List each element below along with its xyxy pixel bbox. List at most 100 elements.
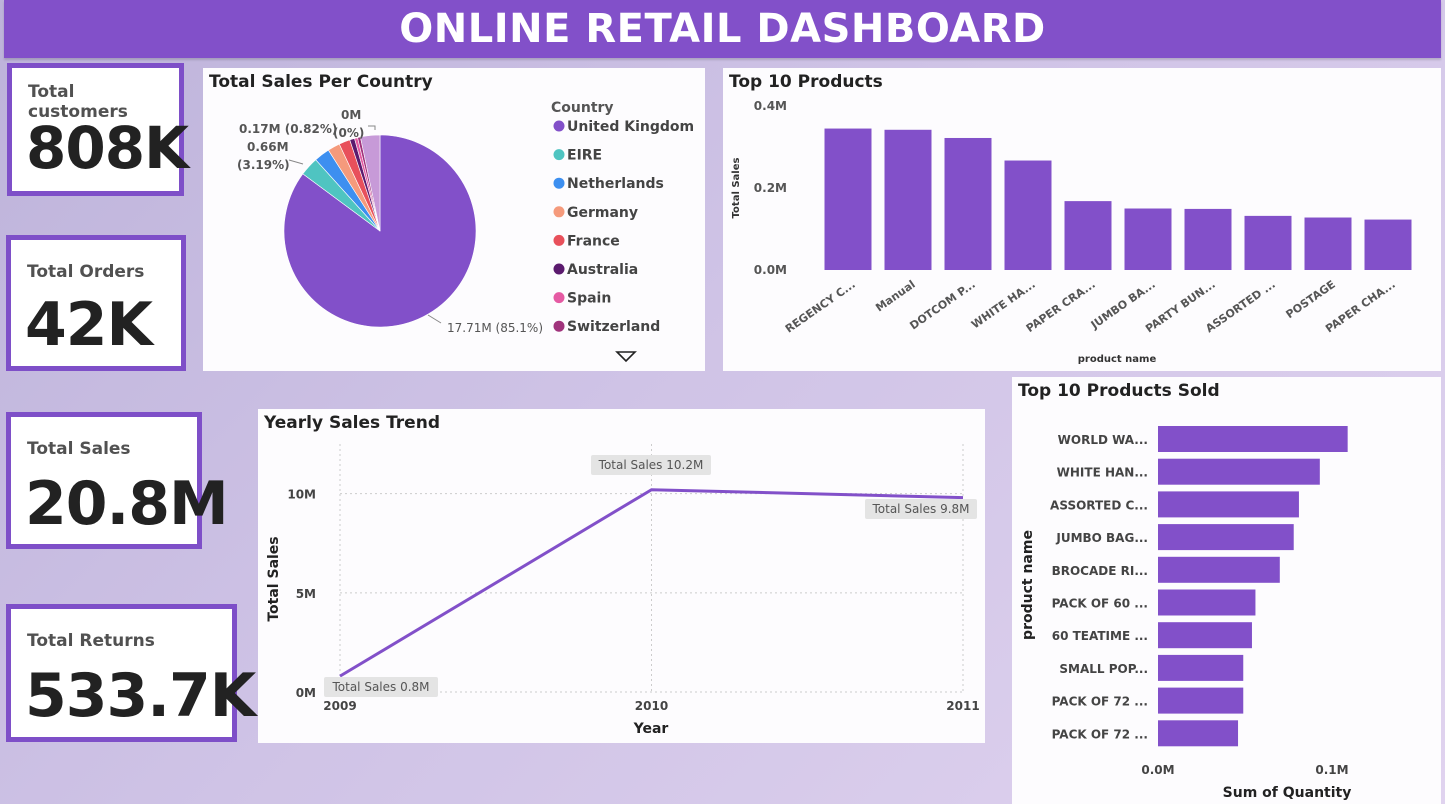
legend-item: Switzerland xyxy=(567,319,660,335)
bar xyxy=(1304,217,1352,270)
data-label: 0M xyxy=(341,108,361,122)
bar xyxy=(1158,491,1299,518)
kpi-card-customers: Total customers 808K xyxy=(7,63,189,196)
legend-item: Germany xyxy=(567,205,638,221)
yearly-trend-panel: Yearly Sales Trend 0M 5M 10M 2009 2010 2011 To… xyxy=(258,409,985,743)
legend-item: France xyxy=(567,233,620,249)
dashboard-title: ONLINE RETAIL DASHBOARD xyxy=(4,0,1441,58)
bar xyxy=(1184,208,1232,270)
x-tick-label: 0.1M xyxy=(1315,763,1348,777)
bar xyxy=(1364,219,1412,270)
data-label: 0.66M xyxy=(247,140,289,154)
y-tick-label: ASSORTED C... xyxy=(1050,498,1148,512)
bar xyxy=(1158,654,1244,681)
y-axis-label: Total Sales xyxy=(731,158,742,219)
legend-marker xyxy=(553,263,565,275)
y-tick-label: PACK OF 72 ... xyxy=(1052,695,1148,709)
pie-chart: 17.71M (85.1%) 0.66M (3.19%) 0.17M (0.82%) 0… xyxy=(237,100,694,363)
bar xyxy=(1158,589,1256,616)
y-tick-label: WORLD WA... xyxy=(1058,433,1148,447)
top-products-sold-panel: Top 10 Products Sold WORLD WA... WHITE HA… xyxy=(1012,377,1441,804)
kpi-label: Total Sales xyxy=(27,439,131,459)
kpi-value: 20.8M xyxy=(25,469,229,539)
bar xyxy=(1004,160,1052,270)
kpi-value: 808K xyxy=(26,114,189,182)
y-tick-label: 10M xyxy=(287,488,316,502)
legend-marker xyxy=(553,292,565,304)
x-axis-label: Year xyxy=(633,721,669,737)
kpi-value: 533.7K xyxy=(25,661,256,731)
legend-item: Australia xyxy=(567,262,638,278)
leader-line xyxy=(368,125,376,130)
x-tick-label: DOTCOM P... xyxy=(907,278,977,333)
x-axis-label: product name xyxy=(1078,354,1157,365)
x-tick-label: 0.0M xyxy=(1141,763,1174,777)
data-label: Total Sales 9.8M xyxy=(871,502,969,516)
y-axis-label: Total Sales xyxy=(266,536,282,621)
bar xyxy=(824,128,872,270)
x-tick-label: 2009 xyxy=(323,699,356,713)
bar xyxy=(944,137,992,270)
legend-marker xyxy=(553,120,565,132)
y-tick-label: WHITE HAN... xyxy=(1057,466,1148,480)
kpi-card-sales: Total Sales 20.8M xyxy=(6,412,229,549)
y-axis-label: product name xyxy=(1020,530,1036,640)
legend-marker xyxy=(553,234,565,246)
kpi-label: Total Returns xyxy=(27,631,155,651)
bar xyxy=(1158,556,1280,583)
x-tick-label: REGENCY C... xyxy=(783,278,858,336)
data-label: Total Sales 0.8M xyxy=(331,680,429,694)
bar xyxy=(1064,201,1112,270)
legend-marker xyxy=(553,149,565,161)
data-label: 0.17M (0.82%) xyxy=(239,122,337,136)
y-tick-label: 0.2M xyxy=(754,181,787,195)
bar xyxy=(1244,215,1292,270)
leader-line xyxy=(288,159,304,165)
bar xyxy=(1124,208,1172,270)
y-tick-label: 0M xyxy=(296,686,316,700)
bar xyxy=(1158,687,1244,714)
y-tick-label: 0.4M xyxy=(754,99,787,113)
y-tick-label: 5M xyxy=(296,587,316,601)
legend-item: Netherlands xyxy=(567,176,664,192)
line-chart: 0M 5M 10M 2009 2010 2011 Total Sales Year Total … xyxy=(266,444,980,737)
bar-chart: WORLD WA... WHITE HAN... ASSORTED C... JUMB… xyxy=(1020,426,1352,801)
data-label: (3.19%) xyxy=(237,158,290,172)
kpi-card-returns: Total Returns 533.7K xyxy=(6,604,256,742)
kpi-label: Total Orders xyxy=(27,262,145,282)
y-tick-label: 60 TEATIME ... xyxy=(1052,629,1148,643)
y-tick-label: SMALL POP... xyxy=(1059,662,1148,676)
bar xyxy=(1158,458,1320,485)
bar xyxy=(1158,524,1294,551)
bar xyxy=(884,129,932,270)
legend-title: Country xyxy=(551,100,614,116)
legend-marker xyxy=(553,206,565,218)
x-axis-label: Sum of Quantity xyxy=(1223,785,1352,801)
x-tick-label: 2010 xyxy=(635,699,668,713)
legend-item: Spain xyxy=(567,291,611,307)
bar xyxy=(1158,622,1252,649)
x-tick-label: Manual xyxy=(873,278,918,315)
leader-line xyxy=(427,314,442,324)
legend-item: United Kingdom xyxy=(567,119,694,135)
x-tick-label: 2011 xyxy=(946,699,979,713)
y-tick-label: PACK OF 60 ... xyxy=(1052,597,1148,611)
legend-item: EIRE xyxy=(567,148,602,164)
bar xyxy=(1158,720,1239,747)
bar xyxy=(1158,426,1348,452)
legend-marker xyxy=(553,177,565,189)
top-products-panel: Top 10 Products 0.0M 0.2M 0.4M Total Sales R… xyxy=(723,68,1441,371)
kpi-card-orders: Total Orders 42K xyxy=(6,235,186,371)
column-chart: 0.0M 0.2M 0.4M Total Sales REGENCY C... Manua… xyxy=(731,99,1412,365)
scroll-down-icon[interactable] xyxy=(615,351,637,363)
kpi-value: 42K xyxy=(25,290,153,360)
data-label: Total Sales 10.2M xyxy=(598,458,704,472)
data-label: (0%) xyxy=(333,126,364,140)
sales-per-country-panel: Total Sales Per Country 17.71M (85.1%) 0.… xyxy=(203,68,705,371)
legend-marker xyxy=(553,320,565,332)
y-tick-label: BROCADE RI... xyxy=(1052,564,1148,578)
y-tick-label: 0.0M xyxy=(754,263,787,277)
y-tick-label: PACK OF 72 ... xyxy=(1052,727,1148,741)
y-tick-label: JUMBO BAG... xyxy=(1055,531,1148,545)
data-label: 17.71M (85.1%) xyxy=(447,321,543,335)
